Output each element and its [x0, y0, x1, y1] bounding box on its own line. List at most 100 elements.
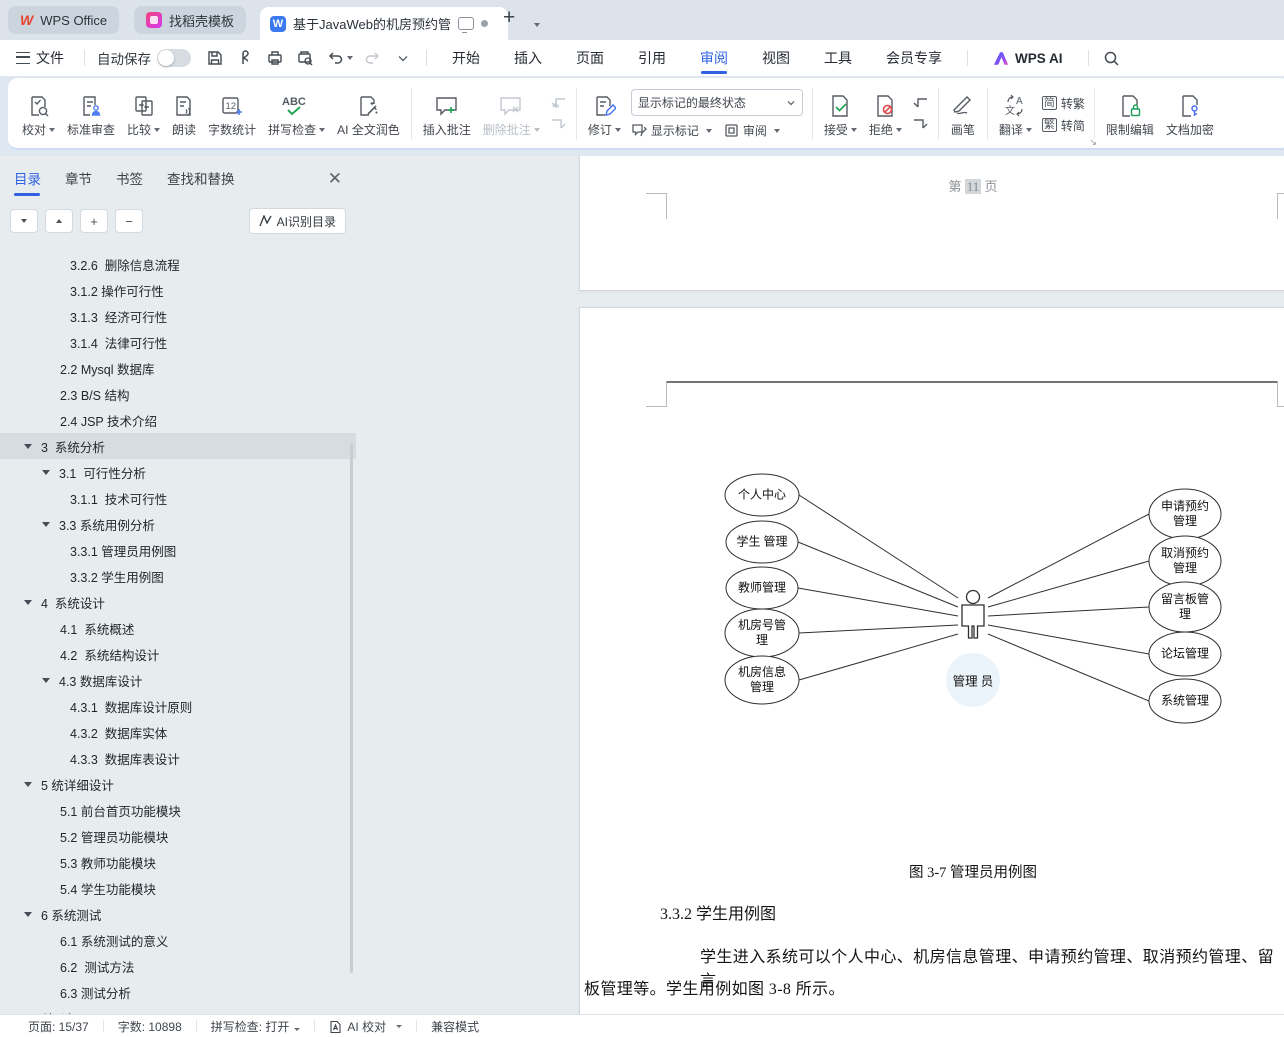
tab-find-replace[interactable]: 查找和替换: [167, 168, 235, 196]
accept-button[interactable]: 接受: [818, 82, 863, 146]
toc-item[interactable]: 2.4 JSP 技术介绍: [0, 407, 356, 433]
dialog-launcher-icon[interactable]: ↘: [1089, 137, 1097, 148]
wps-ai-menu[interactable]: WPS AI: [976, 40, 1080, 76]
menu-item-插入[interactable]: 插入: [497, 40, 559, 76]
menu-item-视图[interactable]: 视图: [745, 40, 807, 76]
toc-item[interactable]: 3.1.3 经济可行性: [0, 303, 356, 329]
ai-recognize-toc-button[interactable]: AI识别目录: [249, 208, 346, 234]
reject-button[interactable]: 拒绝: [863, 82, 908, 146]
toc-item[interactable]: 5.1 前台首页功能模块: [0, 797, 356, 823]
compare-button[interactable]: 比较: [121, 82, 166, 146]
toc-item[interactable]: 3.3.2 学生用例图: [0, 563, 356, 589]
toc-item[interactable]: 3.1 可行性分析: [0, 459, 356, 485]
tab-chapters[interactable]: 章节: [65, 168, 92, 196]
next-revision-icon[interactable]: [912, 118, 929, 131]
toc-item[interactable]: 3.1.4 法律可行性: [0, 329, 356, 355]
ai-pen-icon: [259, 215, 272, 227]
show-markup-button[interactable]: 显示标记: [631, 122, 712, 139]
toc-item[interactable]: 4.3.2 数据库实体: [0, 719, 356, 745]
menu-item-工具[interactable]: 工具: [807, 40, 869, 76]
menu-item-引用[interactable]: 引用: [621, 40, 683, 76]
ai-polish-button[interactable]: AI 全文润色: [331, 82, 406, 146]
standard-review-button[interactable]: 标准审查: [61, 82, 121, 146]
toc-item[interactable]: 6.3 测试分析: [0, 979, 356, 1005]
restrict-editing-button[interactable]: 限制编辑: [1100, 82, 1160, 146]
more-commands-caret-icon[interactable]: [389, 45, 417, 71]
export-pdf-icon[interactable]: [231, 45, 259, 71]
encrypt-document-button[interactable]: 文档加密: [1160, 82, 1220, 146]
read-aloud-button[interactable]: 朗读: [166, 82, 202, 146]
spell-check-status[interactable]: 拼写检查: 打开: [211, 1018, 301, 1035]
track-changes-button[interactable]: 修订: [582, 82, 627, 146]
toc-item[interactable]: 2.3 B/S 结构: [0, 381, 356, 407]
markup-state-select[interactable]: 显示标记的最终状态: [631, 89, 803, 116]
tab-wps-home-label: WPS Office: [40, 13, 107, 28]
word-count-indicator[interactable]: 字数: 10898: [118, 1018, 182, 1035]
toc-item[interactable]: 4.1 系统概述: [0, 615, 356, 641]
save-icon[interactable]: [201, 45, 229, 71]
tab-list-caret-icon[interactable]: [531, 11, 540, 32]
toc-item[interactable]: 5 统详细设计: [0, 771, 356, 797]
toc-item[interactable]: 4.3.1 数据库设计原则: [0, 693, 356, 719]
file-menu[interactable]: 文件: [0, 48, 76, 68]
toc-item[interactable]: 6.1 系统测试的意义: [0, 927, 356, 953]
tab-bookmarks[interactable]: 书签: [116, 168, 143, 196]
word-count-button[interactable]: 12 字数统计: [202, 82, 262, 146]
toc-item[interactable]: 6.2 测试方法: [0, 953, 356, 979]
to-simplified-button[interactable]: 繁 转简: [1042, 117, 1085, 134]
print-icon[interactable]: [261, 45, 289, 71]
tab-docer[interactable]: 找稻壳模板: [134, 6, 246, 34]
toc-item[interactable]: 3.3 系统用例分析: [0, 511, 356, 537]
restrict-editing-icon: [1118, 90, 1142, 118]
ai-proofread-status[interactable]: AI 校对: [329, 1018, 402, 1035]
toc-item[interactable]: 3.1.1 技术可行性: [0, 485, 356, 511]
convert-group: 简 转繁 繁 转简 ↘: [1038, 82, 1089, 146]
translate-button[interactable]: 文 A 翻译: [993, 82, 1038, 146]
reader-mode-icon[interactable]: [458, 17, 474, 30]
toc-item[interactable]: 5.4 学生功能模块: [0, 875, 356, 901]
zoom-in-button[interactable]: +: [80, 209, 108, 233]
document-area[interactable]: 第 11 页: [356, 156, 1284, 1014]
search-icon[interactable]: [1098, 45, 1126, 71]
autosave-toggle[interactable]: [157, 49, 191, 67]
toc-item[interactable]: 3.2.6 删除信息流程: [0, 251, 356, 277]
toc-item[interactable]: 4 系统设计: [0, 589, 356, 615]
to-traditional-button[interactable]: 简 转繁: [1042, 95, 1085, 112]
spell-check-button[interactable]: ABC 拼写检查: [262, 82, 331, 146]
compat-mode-indicator[interactable]: 兼容模式: [431, 1018, 479, 1035]
divider: [938, 88, 939, 140]
toc-item[interactable]: 2.2 Mysql 数据库: [0, 355, 356, 381]
toc-item[interactable]: 6 系统测试: [0, 901, 356, 927]
toc-item[interactable]: 3.3.1 管理员用例图: [0, 537, 356, 563]
toc-item[interactable]: 4.2 系统结构设计: [0, 641, 356, 667]
tab-document-active[interactable]: W 基于JavaWeb的机房预约管理: [260, 7, 508, 40]
toc-item[interactable]: 4.3.3 数据库表设计: [0, 745, 356, 771]
page-indicator[interactable]: 页面: 15/37: [28, 1018, 89, 1035]
print-preview-icon[interactable]: [291, 45, 319, 71]
insert-comment-button[interactable]: 插入批注: [417, 82, 477, 146]
close-icon[interactable]: ✕: [328, 169, 342, 195]
menu-item-页面[interactable]: 页面: [559, 40, 621, 76]
tab-toc[interactable]: 目录: [14, 168, 41, 196]
menu-item-审阅[interactable]: 审阅: [683, 40, 745, 76]
proofread-button[interactable]: 校对: [16, 82, 61, 146]
tab-wps-home[interactable]: W WPS Office: [8, 6, 119, 34]
expand-all-button[interactable]: [10, 209, 38, 233]
toc-item[interactable]: 结 论: [0, 1005, 356, 1014]
toc-item[interactable]: 3 系统分析: [0, 433, 356, 459]
review-pane-button[interactable]: 审阅: [724, 122, 780, 139]
toc-item[interactable]: 5.3 教师功能模块: [0, 849, 356, 875]
toc-item[interactable]: 5.2 管理员功能模块: [0, 823, 356, 849]
encrypt-document-icon: [1178, 90, 1202, 118]
toc-item[interactable]: 3.1.2 操作可行性: [0, 277, 356, 303]
toc-item[interactable]: 4.3 数据库设计: [0, 667, 356, 693]
new-tab-button[interactable]: +: [503, 6, 515, 30]
undo-icon[interactable]: [321, 45, 357, 71]
ink-brush-button[interactable]: 画笔: [944, 82, 982, 146]
prev-revision-icon[interactable]: [912, 97, 929, 110]
collapse-all-button[interactable]: [45, 209, 73, 233]
menu-item-开始[interactable]: 开始: [435, 40, 497, 76]
menu-item-会员专享[interactable]: 会员专享: [869, 40, 959, 76]
sidebar-scrollbar[interactable]: [350, 443, 353, 973]
zoom-out-button[interactable]: −: [115, 209, 143, 233]
